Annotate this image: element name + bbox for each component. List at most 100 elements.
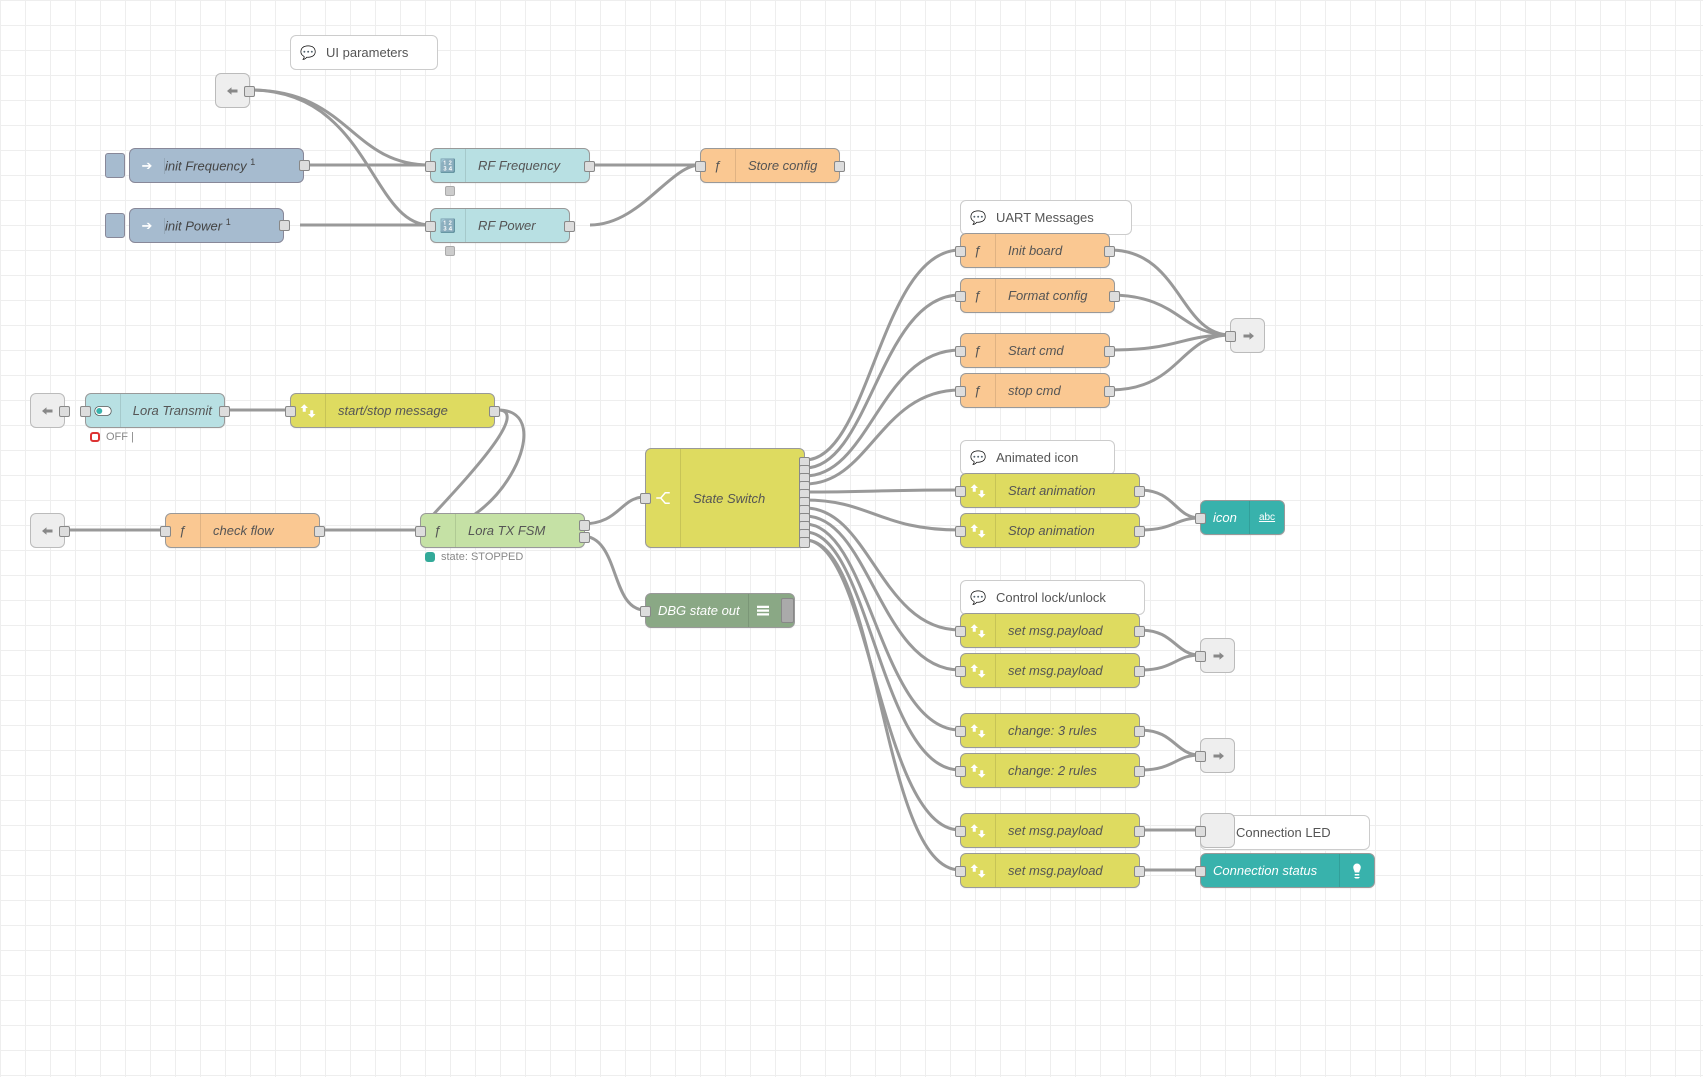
comment-label: Control lock/unlock [996, 590, 1106, 605]
node-start-cmd[interactable]: ƒ Start cmd [960, 333, 1110, 368]
comment-icon: 💬 [961, 210, 996, 226]
change-icon [961, 814, 996, 847]
inject-badge: 1 [226, 217, 231, 227]
comment-label: UART Messages [996, 210, 1094, 225]
debug-toggle-button[interactable] [781, 598, 794, 623]
inject-init-power[interactable]: ➔ init Power 1 [105, 208, 284, 243]
node-rf-power[interactable]: 🔢 RF Power [430, 208, 570, 243]
inject-label: init Frequency [165, 159, 250, 174]
comment-label: UI parameters [326, 45, 408, 60]
node-label: DBG state out [646, 603, 748, 618]
status-dot-red [90, 432, 100, 442]
inject-badge: 1 [250, 157, 255, 167]
link-out-lock2[interactable] [1200, 738, 1235, 773]
node-rf-frequency[interactable]: 🔢 RF Frequency [430, 148, 590, 183]
function-icon: ƒ [166, 514, 201, 547]
change-icon [961, 614, 996, 647]
change-icon [961, 714, 996, 747]
node-start-anim[interactable]: Start animation [960, 473, 1140, 508]
status-fsm: state: STOPPED [425, 551, 523, 563]
node-label: Lora TX FSM [456, 523, 557, 538]
ghost-port [445, 246, 455, 256]
node-label: icon [1201, 510, 1249, 525]
node-set-payload-1[interactable]: set msg.payload [960, 613, 1140, 648]
comment-icon: 💬 [961, 590, 996, 606]
change-icon [291, 394, 326, 427]
node-stop-cmd[interactable]: ƒ stop cmd [960, 373, 1110, 408]
node-label: Start animation [996, 483, 1107, 498]
node-label: Lora Transmit [121, 403, 224, 418]
node-change-2[interactable]: change: 2 rules [960, 753, 1140, 788]
text-icon: abc [1249, 501, 1284, 534]
node-label: RF Power [466, 218, 548, 233]
node-label: Start cmd [996, 343, 1076, 358]
node-change-3[interactable]: change: 3 rules [960, 713, 1140, 748]
node-label: check flow [201, 523, 286, 538]
comment-label: Connection LED [1236, 825, 1331, 840]
arrow-right-icon: ➔ [130, 158, 165, 174]
link-out-payload3[interactable] [1200, 813, 1235, 848]
node-lora-transmit[interactable]: Lora Transmit [85, 393, 225, 428]
function-icon: ƒ [961, 374, 996, 407]
node-label: Init board [996, 243, 1074, 258]
node-label: State Switch [681, 491, 777, 506]
link-in-mid2[interactable] [30, 513, 65, 548]
node-label: Format config [996, 288, 1099, 303]
node-label: stop cmd [996, 383, 1073, 398]
numeric-input-icon: 🔢 [431, 149, 466, 182]
led-icon [1339, 854, 1374, 887]
node-store-config[interactable]: ƒ Store config [700, 148, 840, 183]
node-label: change: 3 rules [996, 723, 1109, 738]
status-dot-green [425, 552, 435, 562]
node-set-payload-4[interactable]: set msg.payload [960, 853, 1140, 888]
link-in-mid1[interactable] [30, 393, 65, 428]
ghost-port [445, 186, 455, 196]
node-lora-fsm[interactable]: ƒ Lora TX FSM [420, 513, 585, 548]
inject-init-freq[interactable]: ➔ init Frequency 1 [105, 148, 304, 183]
status-lora-transmit: OFF | [90, 431, 134, 443]
link-out-uart[interactable] [1230, 318, 1265, 353]
comment-label: Animated icon [996, 450, 1078, 465]
change-icon [961, 654, 996, 687]
node-init-board[interactable]: ƒ Init board [960, 233, 1110, 268]
inject-button[interactable] [105, 213, 125, 238]
comment-uart[interactable]: 💬 UART Messages [960, 200, 1132, 235]
numeric-input-icon: 🔢 [431, 209, 466, 242]
node-connection-status[interactable]: Connection status [1200, 853, 1375, 888]
inject-button[interactable] [105, 153, 125, 178]
node-label: set msg.payload [996, 823, 1115, 838]
change-icon [961, 474, 996, 507]
function-icon: ƒ [961, 334, 996, 367]
node-set-payload-2[interactable]: set msg.payload [960, 653, 1140, 688]
arrow-right-icon: ➔ [130, 218, 165, 234]
comment-icon: 💬 [291, 45, 326, 61]
comment-control-lock[interactable]: 💬 Control lock/unlock [960, 580, 1145, 615]
comment-anim[interactable]: 💬 Animated icon [960, 440, 1115, 475]
change-icon [961, 854, 996, 887]
node-start-stop[interactable]: start/stop message [290, 393, 495, 428]
comment-ui-parameters[interactable]: 💬 UI parameters [290, 35, 438, 70]
function-icon: ƒ [961, 279, 996, 312]
node-format-config[interactable]: ƒ Format config [960, 278, 1115, 313]
node-stop-anim[interactable]: Stop animation [960, 513, 1140, 548]
status-text: state: STOPPED [441, 551, 523, 563]
node-state-switch[interactable]: State Switch [645, 448, 805, 548]
node-label: Connection status [1201, 863, 1339, 878]
node-label: change: 2 rules [996, 763, 1109, 778]
link-out-icon [1209, 822, 1227, 840]
debug-icon [748, 594, 777, 627]
status-text: OFF | [106, 431, 134, 443]
link-out-icon [1209, 747, 1227, 765]
node-icon-text[interactable]: icon abc [1200, 500, 1285, 535]
node-dbg-out[interactable]: DBG state out [645, 593, 795, 628]
node-label: start/stop message [326, 403, 460, 418]
link-in-icon [224, 82, 242, 100]
link-in-top[interactable] [215, 73, 250, 108]
node-check-flow[interactable]: ƒ check flow [165, 513, 320, 548]
comment-icon: 💬 [961, 450, 996, 466]
link-out-lock1[interactable] [1200, 638, 1235, 673]
node-set-payload-3[interactable]: set msg.payload [960, 813, 1140, 848]
function-icon: ƒ [701, 149, 736, 182]
node-label: RF Frequency [466, 158, 572, 173]
change-icon [961, 754, 996, 787]
